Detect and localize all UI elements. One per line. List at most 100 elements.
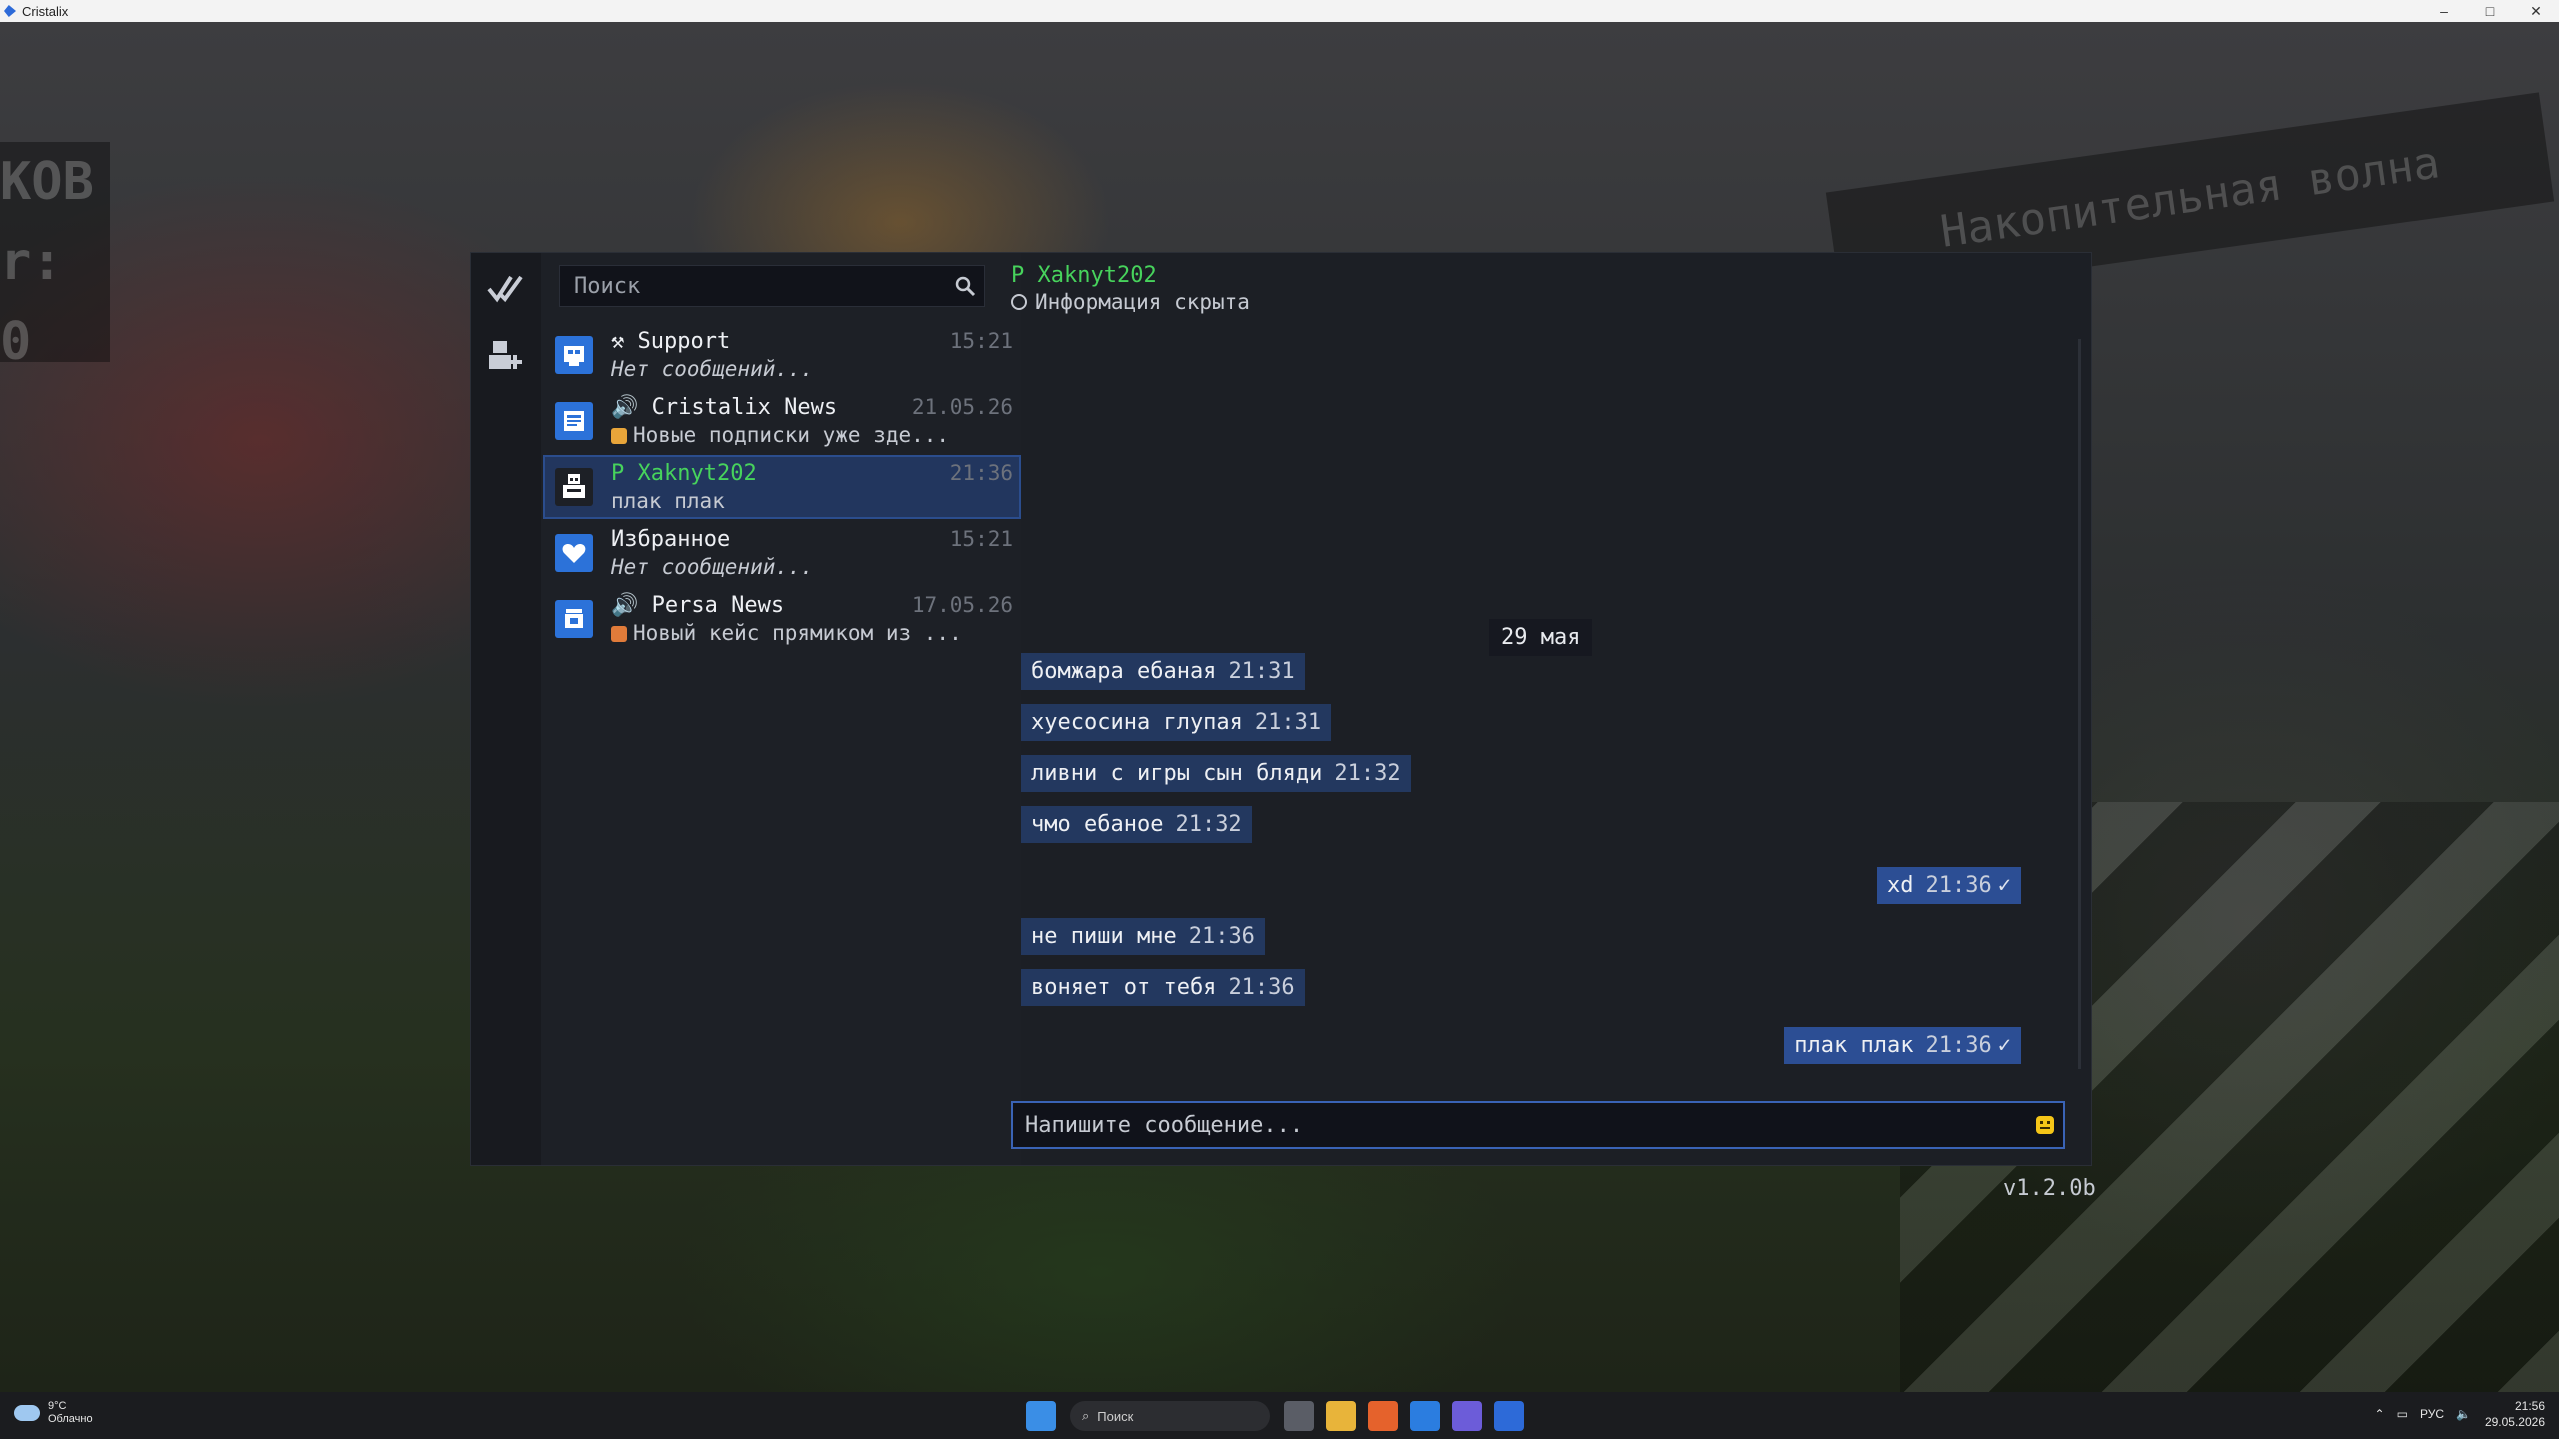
- compose-box: [1011, 1101, 2065, 1149]
- smiley-icon: [2036, 1116, 2054, 1134]
- read-check-icon: ✓: [1997, 873, 2011, 898]
- message-text: бомжара ебаная: [1031, 659, 1217, 684]
- window-title: Cristalix: [22, 3, 69, 19]
- message-bubble-outgoing[interactable]: xd 21:36 ✓: [1877, 867, 2021, 904]
- message-bubble[interactable]: воняет от тебя 21:36: [1021, 969, 1305, 1006]
- message-bubble[interactable]: ливни с игры сын бляди 21:32: [1021, 755, 1411, 792]
- message-time: 21:32: [1334, 761, 1401, 786]
- conversation-list: ⚒ Support Нет сообщений... 15:21 🔊 Crist…: [543, 323, 1021, 653]
- message-bubble[interactable]: чмо ебаное 21:32: [1021, 806, 1252, 843]
- search-input[interactable]: [560, 272, 946, 300]
- weather-widget[interactable]: 9°C Облачно: [14, 1400, 93, 1426]
- conversation-persa-news[interactable]: 🔊 Persa News Новый кейс прямиком из ... …: [543, 587, 1021, 651]
- scoreboard-line: КОВ: [0, 152, 94, 212]
- cristalix-logo-icon: [4, 5, 16, 17]
- mail-icon[interactable]: [1410, 1401, 1440, 1431]
- crown-icon: [611, 428, 627, 444]
- version-label: v1.2.0b: [2003, 1176, 2096, 1201]
- conversation-name: Xaknyt202: [637, 461, 757, 486]
- heart-icon: [555, 534, 593, 572]
- conversation-time: 17.05.26: [911, 593, 1013, 617]
- message-text: хуесосина глупая: [1031, 710, 1243, 735]
- file-explorer-icon[interactable]: [1326, 1401, 1356, 1431]
- weather-desc: Облачно: [48, 1413, 93, 1425]
- bot-icon: [555, 468, 593, 506]
- message-text: ливни с игры сын бляди: [1031, 761, 1323, 786]
- gift-icon: [611, 626, 627, 642]
- message-area[interactable]: 29 мая бомжара ебаная 21:31 хуесосина глу…: [1011, 323, 2051, 1091]
- message-bubble[interactable]: хуесосина глупая 21:31: [1021, 704, 1332, 741]
- conversation-prefix: P: [611, 461, 625, 486]
- minimize-button[interactable]: –: [2421, 0, 2467, 22]
- message-bubble[interactable]: бомжара ебаная 21:31: [1021, 653, 1305, 690]
- side-rail: [471, 253, 541, 1165]
- volume-icon[interactable]: 🔈: [2456, 1407, 2471, 1421]
- message-bubble-outgoing[interactable]: плак плак 21:36 ✓: [1784, 1027, 2021, 1064]
- taskbar-search[interactable]: ⌕ Поиск: [1070, 1401, 1270, 1431]
- scoreboard-line: r: 0: [0, 232, 63, 372]
- message-text: плак плак: [1794, 1033, 1914, 1058]
- taskbar-clock[interactable]: 21:56 29.05.2026: [2485, 1398, 2545, 1430]
- conversation-support[interactable]: ⚒ Support Нет сообщений... 15:21: [543, 323, 1021, 387]
- chat-status: Информация скрыта: [1035, 290, 1250, 314]
- window-controls: – □ ✕: [2421, 0, 2559, 22]
- message-time: 21:31: [1254, 710, 1322, 735]
- message-input[interactable]: [1013, 1111, 2027, 1139]
- chat-header: P Xaknyt202 Информация скрыта: [1011, 263, 1250, 314]
- search-icon[interactable]: [946, 267, 984, 305]
- message-time: 21:36: [1188, 924, 1255, 949]
- discord-icon[interactable]: [1452, 1401, 1482, 1431]
- conversation-time: 15:21: [949, 329, 1013, 353]
- message-bubble[interactable]: не пиши мне 21:36: [1021, 918, 1265, 955]
- message-text: xd: [1887, 873, 1914, 898]
- message-time: 21:32: [1175, 812, 1242, 837]
- windows-taskbar: 9°C Облачно ⌕ Поиск ⌃ ▭ РУС 🔈 21:56 29.05…: [0, 1392, 2559, 1439]
- date-divider: 29 мая: [1489, 619, 1593, 656]
- message-text: не пиши мне: [1031, 924, 1177, 949]
- clock-time: 21:56: [2514, 1399, 2545, 1413]
- message-scrollbar[interactable]: [2078, 339, 2081, 1069]
- conversation-cristalix-news[interactable]: 🔊 Cristalix News Новые подписки уже здe.…: [543, 389, 1021, 453]
- add-friend-button[interactable]: [483, 333, 529, 379]
- conversation-preview: плак плак: [611, 489, 725, 513]
- conversation-time: 21:36: [949, 461, 1013, 485]
- tray-chevron-icon[interactable]: ⌃: [2375, 1407, 2385, 1421]
- read-check-icon: ✓: [1997, 1033, 2011, 1058]
- read-all-button[interactable]: [483, 265, 529, 311]
- firefox-icon[interactable]: [1368, 1401, 1398, 1431]
- conversation-name: Cristalix News: [651, 395, 838, 420]
- conversation-favorites[interactable]: Избранное Нет сообщений... 15:21: [543, 521, 1021, 585]
- language-indicator[interactable]: РУС: [2420, 1407, 2444, 1421]
- conversation-name: Support: [637, 329, 731, 354]
- message-time: 21:31: [1228, 659, 1295, 684]
- conversation-xaknyt202[interactable]: P Xaknyt202 плак плак 21:36: [543, 455, 1021, 519]
- scoreboard: КОВ r: 0: [0, 142, 110, 372]
- message-time: 21:36: [1925, 873, 1992, 898]
- conversation-preview: Новые подписки уже здe...: [633, 423, 950, 447]
- support-icon: [555, 336, 593, 374]
- conversation-preview: Нет сообщений...: [611, 357, 814, 381]
- maximize-button[interactable]: □: [2467, 0, 2513, 22]
- conversation-name: Избранное: [611, 527, 731, 552]
- window-titlebar: Cristalix – □ ✕: [0, 0, 2559, 22]
- close-button[interactable]: ✕: [2513, 0, 2559, 22]
- conversation-prefix: 🔊: [611, 593, 639, 618]
- conversation-name: Persa News: [651, 593, 785, 618]
- chat-title[interactable]: P Xaknyt202: [1011, 263, 1250, 288]
- task-view-icon[interactable]: [1284, 1401, 1314, 1431]
- news-icon: [555, 402, 593, 440]
- status-dot-icon: [1011, 294, 1027, 310]
- clock-date: 29.05.2026: [2484, 1415, 2545, 1429]
- search-box: [559, 265, 985, 307]
- conversation-time: 15:21: [949, 527, 1013, 551]
- weather-temp: 9°C: [48, 1400, 67, 1412]
- cristalix-app-icon[interactable]: [1494, 1401, 1524, 1431]
- conversation-time: 21.05.26: [911, 395, 1013, 419]
- taskbar-search-label: Поиск: [1097, 1408, 1134, 1424]
- message-text: чмо ебаное: [1031, 812, 1164, 837]
- windows-start-icon[interactable]: [1026, 1401, 1056, 1431]
- network-icon[interactable]: ▭: [2397, 1407, 2408, 1421]
- system-tray: ⌃ ▭ РУС 🔈 21:56 29.05.2026: [2363, 1398, 2545, 1430]
- emoji-button[interactable]: [2027, 1107, 2063, 1143]
- cloud-icon: [14, 1405, 40, 1421]
